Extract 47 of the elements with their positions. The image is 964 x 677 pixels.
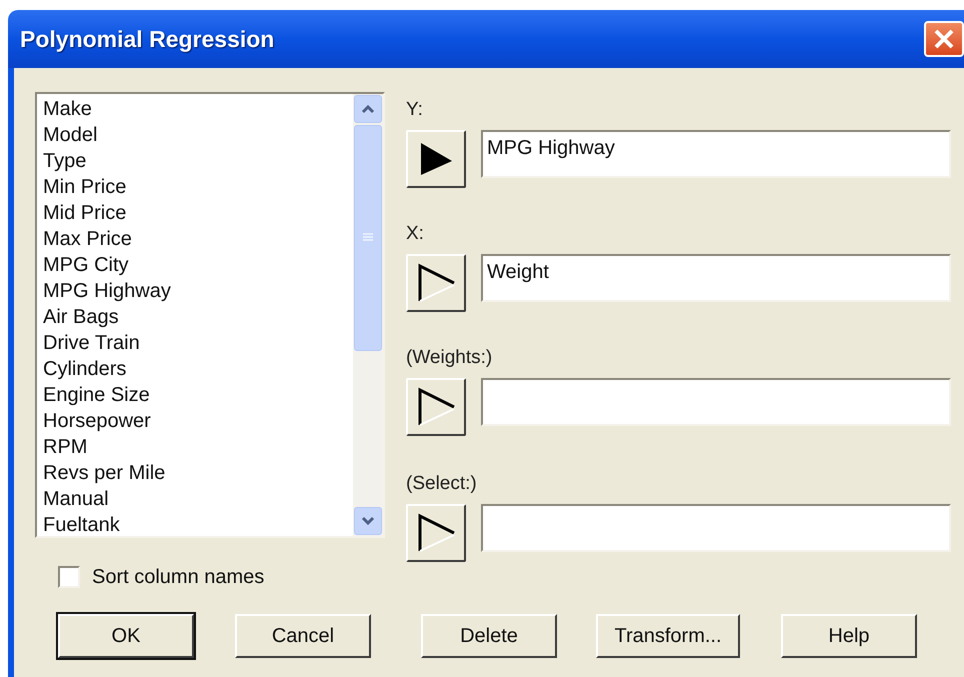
- dialog-button[interactable]: Transform...: [596, 614, 740, 658]
- scroll-bar[interactable]: [353, 94, 383, 536]
- field-label: (Weights:): [406, 346, 492, 370]
- checkbox[interactable]: [58, 566, 80, 588]
- grip-icon: [362, 233, 374, 243]
- dialog-button[interactable]: Delete: [421, 614, 557, 658]
- field-label: (Select:): [406, 472, 477, 496]
- list-item[interactable]: Air Bags: [43, 304, 119, 330]
- list-item[interactable]: Drive Train: [43, 330, 140, 356]
- list-item[interactable]: Model: [43, 122, 98, 148]
- field-label: X:: [406, 222, 424, 246]
- list-item[interactable]: Engine Size: [43, 382, 150, 408]
- list-item[interactable]: Max Price: [43, 226, 132, 252]
- up-caret-icon: [361, 104, 375, 114]
- scroll-thumb[interactable]: [354, 125, 382, 351]
- variable-field[interactable]: MPG Highway: [481, 130, 951, 178]
- column-list[interactable]: Make Model Type Min Price Mid Price Max Price MPG City MPG Highway Air Bags Drive Train Cylinders Engine Size Horsepower RPM Revs per Mile Manual Fueltank: [35, 92, 385, 538]
- list-item[interactable]: Type: [43, 148, 86, 174]
- assign-button[interactable]: [406, 378, 466, 436]
- list-item[interactable]: MPG City: [43, 252, 129, 278]
- dialog-button[interactable]: Cancel: [235, 614, 371, 658]
- list-item[interactable]: Revs per Mile: [43, 460, 166, 486]
- assign-button[interactable]: [406, 504, 466, 562]
- variable-field[interactable]: [481, 378, 951, 426]
- list-item[interactable]: Min Price: [43, 174, 126, 200]
- checkbox-label: Sort column names: [92, 565, 264, 590]
- list-item[interactable]: Manual: [43, 486, 109, 512]
- list-item[interactable]: Mid Price: [43, 200, 126, 226]
- variable-field[interactable]: Weight: [481, 254, 951, 302]
- list-item[interactable]: Cylinders: [43, 356, 126, 382]
- assign-button[interactable]: [406, 254, 466, 312]
- window-title: Polynomial Regression: [20, 24, 274, 54]
- scroll-down-button[interactable]: [354, 507, 382, 535]
- list-item[interactable]: Make: [43, 96, 92, 122]
- variable-field[interactable]: [481, 504, 951, 552]
- dialog-button[interactable]: OK: [58, 614, 194, 658]
- list-item[interactable]: Horsepower: [43, 408, 151, 434]
- close-button[interactable]: [924, 21, 964, 57]
- list-item[interactable]: Fueltank: [43, 512, 120, 536]
- down-caret-icon: [361, 516, 375, 526]
- list-item[interactable]: MPG Highway: [43, 278, 171, 304]
- dialog-button[interactable]: Help: [781, 614, 917, 658]
- field-label: Y:: [406, 98, 423, 122]
- close-icon: [933, 28, 955, 50]
- scroll-up-button[interactable]: [354, 95, 382, 123]
- assign-button[interactable]: [406, 130, 466, 188]
- list-item[interactable]: RPM: [43, 434, 88, 460]
